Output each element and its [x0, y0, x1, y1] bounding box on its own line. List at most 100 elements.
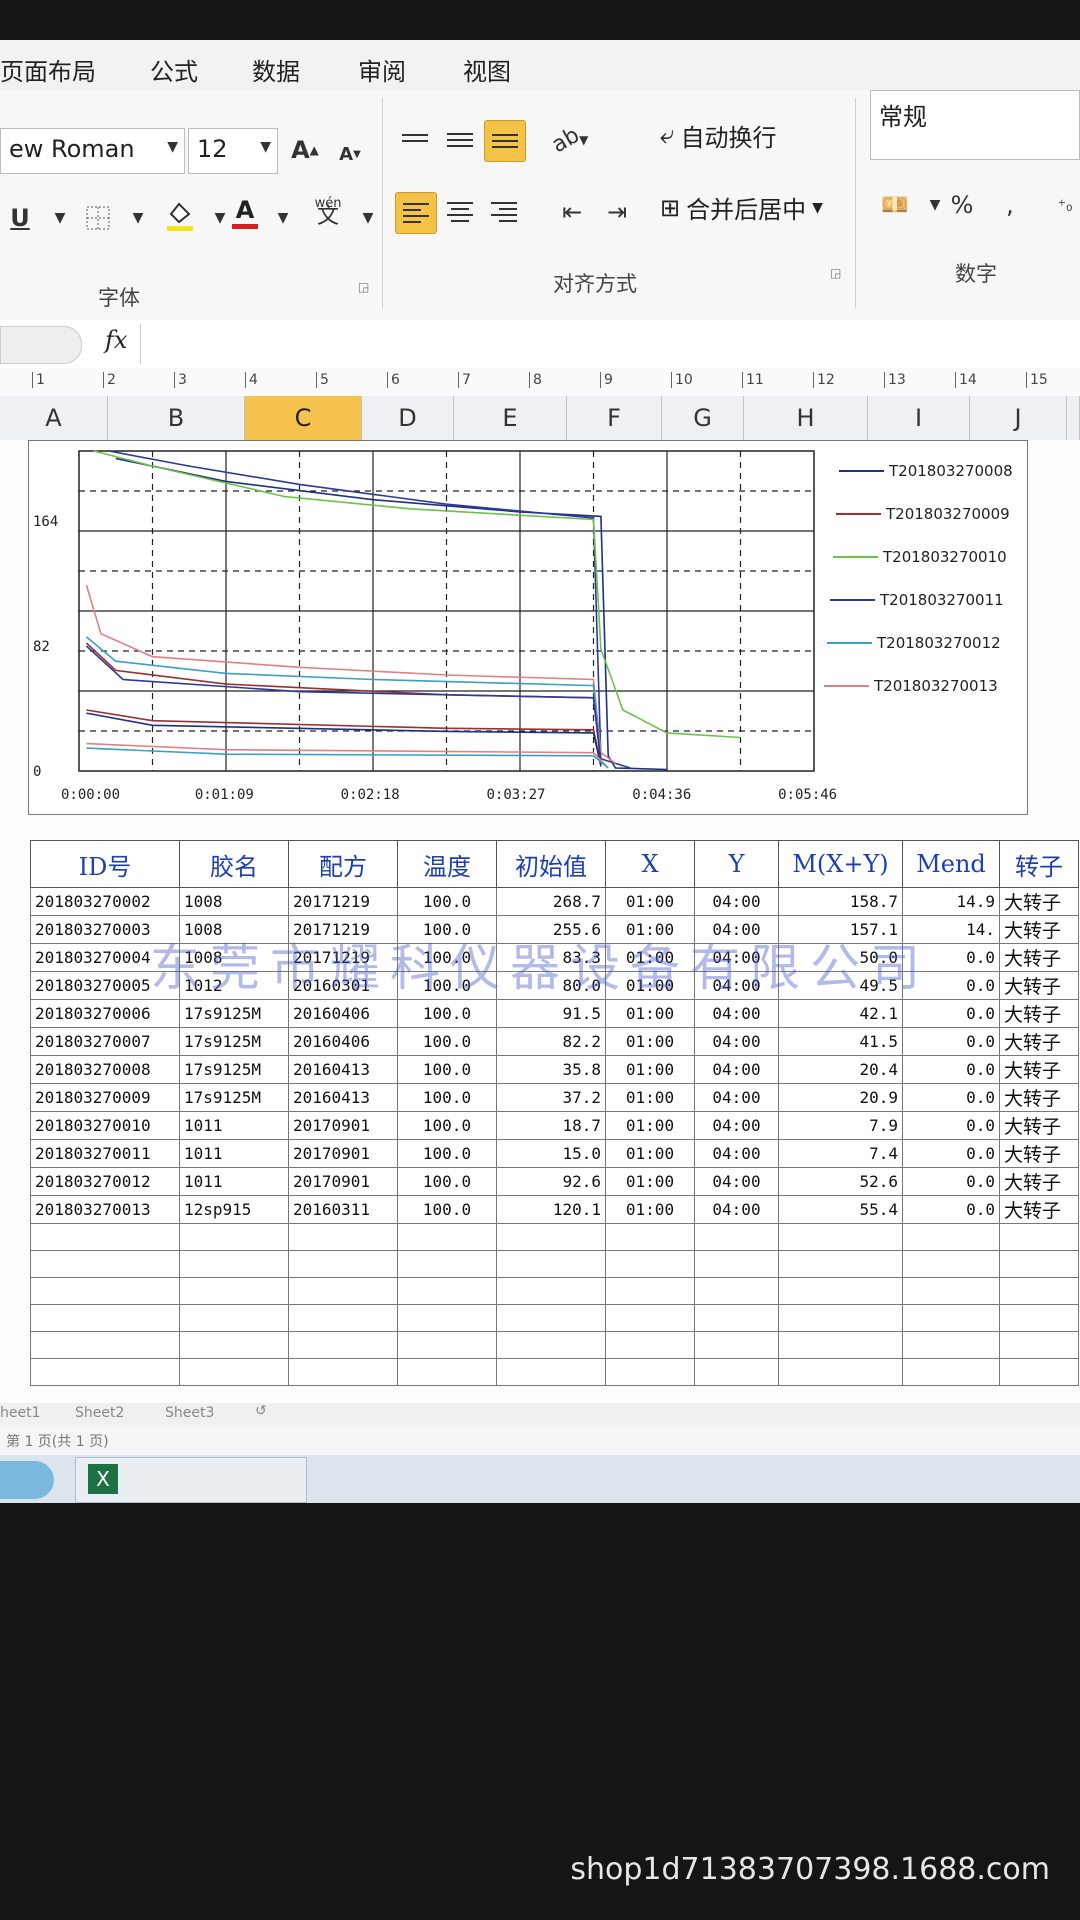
table-cell[interactable]: 201803270005	[30, 971, 180, 1000]
chevron-down-icon[interactable]: ▼	[812, 200, 823, 216]
font-name-dropdown[interactable]: ew Roman ▼	[0, 128, 185, 174]
table-cell[interactable]	[605, 1304, 695, 1332]
column-header-e[interactable]: E	[454, 396, 567, 440]
table-cell[interactable]: 20.9	[778, 1083, 903, 1112]
table-cell[interactable]	[397, 1304, 497, 1332]
chart-object[interactable]: 0:00:00 0:01:09 0:02:18 0:03:27 0:04:36 0:05:…	[28, 440, 1028, 815]
percent-button[interactable]: %	[942, 185, 982, 225]
table-header-cell[interactable]: Mend	[902, 840, 1000, 888]
align-top-button[interactable]	[395, 118, 435, 158]
sheet-tab-2[interactable]: Sheet2	[75, 1405, 124, 1421]
underline-button[interactable]: U	[0, 198, 40, 238]
table-cell[interactable]	[902, 1331, 1000, 1359]
table-cell[interactable]	[496, 1331, 606, 1359]
borders-button[interactable]	[78, 198, 118, 238]
borders-dropdown-button[interactable]: ▼	[118, 198, 158, 238]
table-cell[interactable]: 04:00	[694, 1083, 779, 1112]
table-cell[interactable]: 0.0	[902, 971, 1000, 1000]
table-cell[interactable]: 1011	[179, 1111, 289, 1140]
sheet-area[interactable]: 0:00:00 0:01:09 0:02:18 0:03:27 0:04:36 0:05:…	[0, 440, 1080, 1410]
table-cell[interactable]: 100.0	[397, 1111, 497, 1140]
table-cell[interactable]: 100.0	[397, 1027, 497, 1056]
column-header-f[interactable]: F	[567, 396, 662, 440]
table-cell[interactable]: 17s9125M	[179, 1083, 289, 1112]
taskbar-item-excel[interactable]: X	[75, 1457, 307, 1503]
table-cell[interactable]: 大转子	[999, 999, 1079, 1028]
table-cell[interactable]	[30, 1358, 180, 1386]
table-cell[interactable]	[179, 1304, 289, 1332]
table-cell[interactable]: 04:00	[694, 1027, 779, 1056]
table-cell[interactable]: 20160406	[288, 999, 398, 1028]
tab-page-layout[interactable]: 页面布局	[0, 52, 96, 87]
table-cell[interactable]: 100.0	[397, 1195, 497, 1224]
table-header-cell[interactable]: X	[605, 840, 695, 888]
table-cell[interactable]: 0.0	[902, 1083, 1000, 1112]
table-cell[interactable]: 04:00	[694, 915, 779, 944]
table-cell[interactable]: 大转子	[999, 887, 1079, 916]
table-cell[interactable]: 201803270011	[30, 1139, 180, 1168]
table-cell[interactable]: 201803270007	[30, 1027, 180, 1056]
table-cell[interactable]: 17s9125M	[179, 999, 289, 1028]
table-cell[interactable]: 17s9125M	[179, 1027, 289, 1056]
table-cell[interactable]: 04:00	[694, 1167, 779, 1196]
table-cell[interactable]: 20160413	[288, 1083, 398, 1112]
table-cell[interactable]	[694, 1277, 779, 1305]
table-cell[interactable]: 0.0	[902, 1195, 1000, 1224]
table-cell[interactable]: 201803270002	[30, 887, 180, 916]
table-cell[interactable]	[778, 1304, 903, 1332]
table-cell[interactable]: 80.0	[496, 971, 606, 1000]
table-cell[interactable]	[605, 1277, 695, 1305]
table-cell[interactable]: 100.0	[397, 1083, 497, 1112]
table-cell[interactable]	[496, 1277, 606, 1305]
table-cell[interactable]: 04:00	[694, 1195, 779, 1224]
table-cell[interactable]: 1011	[179, 1167, 289, 1196]
table-cell[interactable]	[288, 1277, 398, 1305]
number-format-dropdown[interactable]: 常规	[870, 90, 1080, 160]
table-cell[interactable]: 50.0	[778, 943, 903, 972]
table-cell[interactable]: 14.9	[902, 887, 1000, 916]
table-cell[interactable]: 20160406	[288, 1027, 398, 1056]
column-header-j[interactable]: J	[970, 396, 1067, 440]
orientation-button[interactable]: ab ▼	[547, 120, 590, 160]
table-cell[interactable]	[778, 1277, 903, 1305]
table-cell[interactable]: 83.3	[496, 943, 606, 972]
table-cell[interactable]: 100.0	[397, 1055, 497, 1084]
table-cell[interactable]	[30, 1304, 180, 1332]
table-cell[interactable]: 41.5	[778, 1027, 903, 1056]
table-cell[interactable]	[902, 1277, 1000, 1305]
table-cell[interactable]	[30, 1250, 180, 1278]
formula-input[interactable]	[140, 324, 1080, 364]
table-cell[interactable]: 04:00	[694, 1055, 779, 1084]
table-cell[interactable]	[179, 1223, 289, 1251]
table-cell[interactable]: 01:00	[605, 1027, 695, 1056]
name-box[interactable]	[0, 326, 82, 364]
table-cell[interactable]	[605, 1331, 695, 1359]
table-cell[interactable]	[179, 1358, 289, 1386]
table-header-cell[interactable]: M(X+Y)	[778, 840, 903, 888]
table-cell[interactable]: 20171219	[288, 887, 398, 916]
table-cell[interactable]	[397, 1223, 497, 1251]
table-cell[interactable]: 100.0	[397, 1167, 497, 1196]
table-cell[interactable]: 14.	[902, 915, 1000, 944]
table-cell[interactable]	[902, 1304, 1000, 1332]
table-header-cell[interactable]: 初始值	[496, 840, 606, 888]
table-cell[interactable]: 255.6	[496, 915, 606, 944]
table-cell[interactable]: 82.2	[496, 1027, 606, 1056]
table-cell[interactable]: 01:00	[605, 999, 695, 1028]
table-cell[interactable]: 201803270006	[30, 999, 180, 1028]
table-cell[interactable]	[605, 1223, 695, 1251]
table-cell[interactable]: 大转子	[999, 1027, 1079, 1056]
table-cell[interactable]: 100.0	[397, 971, 497, 1000]
sheet-tab-3[interactable]: Sheet3	[165, 1405, 214, 1421]
table-cell[interactable]: 0.0	[902, 943, 1000, 972]
table-cell[interactable]	[999, 1277, 1079, 1305]
fill-color-button[interactable]	[160, 195, 200, 235]
table-cell[interactable]	[179, 1250, 289, 1278]
table-header-cell[interactable]: 温度	[397, 840, 497, 888]
table-cell[interactable]	[30, 1277, 180, 1305]
table-cell[interactable]: 158.7	[778, 887, 903, 916]
table-cell[interactable]: 201803270004	[30, 943, 180, 972]
dialog-launcher-icon[interactable]: ◲	[358, 280, 369, 294]
table-cell[interactable]: 201803270003	[30, 915, 180, 944]
table-cell[interactable]: 20170901	[288, 1167, 398, 1196]
